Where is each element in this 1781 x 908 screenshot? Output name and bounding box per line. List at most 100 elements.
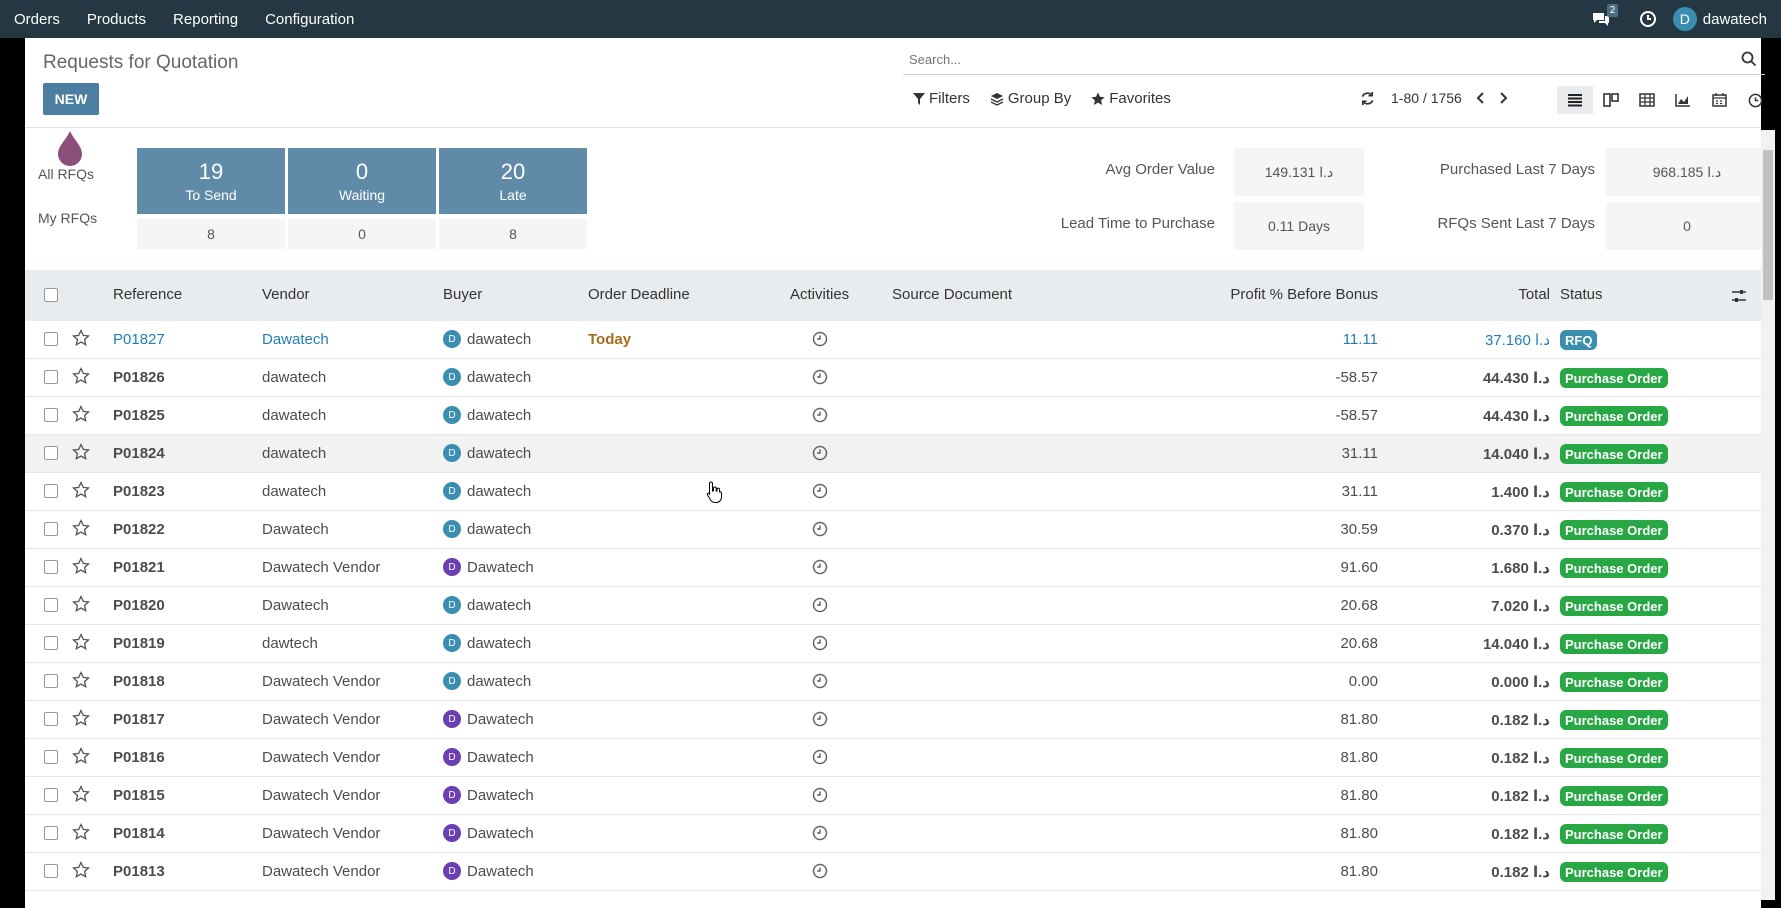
row-reference[interactable]: P01826 bbox=[113, 369, 165, 386]
search-icon[interactable] bbox=[1741, 51, 1757, 67]
col-buyer[interactable]: Buyer bbox=[443, 286, 482, 303]
row-checkbox[interactable] bbox=[44, 598, 58, 612]
select-all-checkbox[interactable] bbox=[44, 288, 58, 302]
table-row[interactable]: P01814 Dawatech Vendor D Dawatech 81.80 0.182… bbox=[25, 815, 1761, 853]
row-reference[interactable]: P01819 bbox=[113, 635, 165, 652]
row-checkbox[interactable] bbox=[44, 636, 58, 650]
col-activities[interactable]: Activities bbox=[790, 286, 849, 303]
activity-clock-icon[interactable] bbox=[812, 597, 828, 613]
col-total[interactable]: Total bbox=[1405, 286, 1550, 303]
row-checkbox[interactable] bbox=[44, 332, 58, 346]
col-reference[interactable]: Reference bbox=[113, 286, 182, 303]
star-icon[interactable] bbox=[72, 633, 90, 651]
activity-button[interactable] bbox=[1639, 10, 1657, 28]
row-reference[interactable]: P01816 bbox=[113, 749, 165, 766]
pager-next-icon[interactable] bbox=[1496, 91, 1510, 105]
activity-clock-icon[interactable] bbox=[812, 483, 828, 499]
pager-previous-icon[interactable] bbox=[1474, 91, 1488, 105]
row-reference[interactable]: P01815 bbox=[113, 787, 165, 804]
all-rfqs-label[interactable]: All RFQs bbox=[38, 166, 94, 182]
star-icon[interactable] bbox=[72, 861, 90, 879]
table-row[interactable]: P01823 dawatech Ddawatech 31.11 1.400 د.ا Pur… bbox=[25, 473, 1761, 511]
my-rfqs-label[interactable]: My RFQs bbox=[38, 210, 97, 226]
row-checkbox[interactable] bbox=[44, 674, 58, 688]
messages-button[interactable]: 2 bbox=[1591, 4, 1619, 28]
activity-clock-icon[interactable] bbox=[812, 787, 828, 803]
row-reference[interactable]: P01825 bbox=[113, 407, 165, 424]
star-icon[interactable] bbox=[72, 557, 90, 575]
row-checkbox[interactable] bbox=[44, 484, 58, 498]
activity-clock-icon[interactable] bbox=[812, 521, 828, 537]
table-row[interactable]: P01818 Dawatech Vendor Ddawatech 0.00 0.000 … bbox=[25, 663, 1761, 701]
scrollbar-thumb[interactable] bbox=[1763, 150, 1773, 300]
new-button[interactable]: NEW bbox=[43, 83, 99, 115]
tile-to-send[interactable]: 19 To Send bbox=[137, 148, 285, 214]
list-view-button[interactable] bbox=[1557, 86, 1593, 114]
star-icon[interactable] bbox=[72, 329, 90, 347]
table-row[interactable]: P01815 Dawatech Vendor D Dawatech 81.80 0.182… bbox=[25, 777, 1761, 815]
row-checkbox[interactable] bbox=[44, 750, 58, 764]
row-reference[interactable]: P01820 bbox=[113, 597, 165, 614]
row-checkbox[interactable] bbox=[44, 826, 58, 840]
row-reference[interactable]: P01813 bbox=[113, 863, 165, 880]
table-row[interactable]: P01822 Dawatech Ddawatech 30.59 0.370 د.ا Pur… bbox=[25, 511, 1761, 549]
row-checkbox[interactable] bbox=[44, 560, 58, 574]
my-waiting-count[interactable]: 0 bbox=[288, 219, 436, 249]
star-icon[interactable] bbox=[72, 671, 90, 689]
pager-value[interactable]: 1-80 / 1756 bbox=[1391, 90, 1462, 106]
row-checkbox[interactable] bbox=[44, 370, 58, 384]
row-checkbox[interactable] bbox=[44, 408, 58, 422]
star-icon[interactable] bbox=[72, 785, 90, 803]
row-checkbox[interactable] bbox=[44, 864, 58, 878]
col-vendor[interactable]: Vendor bbox=[262, 286, 310, 303]
col-status[interactable]: Status bbox=[1560, 286, 1603, 303]
row-reference[interactable]: P01822 bbox=[113, 521, 165, 538]
table-row[interactable]: P01819 dawtech Ddawatech 20.68 14.040 د.ا Pur… bbox=[25, 625, 1761, 663]
row-reference[interactable]: P01821 bbox=[113, 559, 165, 576]
activity-clock-icon[interactable] bbox=[812, 369, 828, 385]
row-checkbox[interactable] bbox=[44, 522, 58, 536]
my-to-send-count[interactable]: 8 bbox=[137, 219, 285, 249]
star-icon[interactable] bbox=[72, 747, 90, 765]
activity-clock-icon[interactable] bbox=[812, 825, 828, 841]
search-input[interactable] bbox=[903, 52, 1723, 67]
star-icon[interactable] bbox=[72, 595, 90, 613]
activity-clock-icon[interactable] bbox=[812, 863, 828, 879]
menu-orders[interactable]: Orders bbox=[14, 11, 60, 28]
star-icon[interactable] bbox=[72, 823, 90, 841]
star-icon[interactable] bbox=[72, 443, 90, 461]
table-row[interactable]: P01821 Dawatech Vendor D Dawatech 91.60 1.680… bbox=[25, 549, 1761, 587]
user-menu[interactable]: D dawatech bbox=[1672, 7, 1767, 31]
table-row[interactable]: P01813 Dawatech Vendor D Dawatech 81.80 0.182… bbox=[25, 853, 1761, 891]
table-row[interactable]: P01827 Dawatech Ddawatech Today 11.11 37.160 … bbox=[25, 321, 1761, 359]
calendar-view-button[interactable] bbox=[1701, 86, 1737, 114]
my-late-count[interactable]: 8 bbox=[439, 219, 587, 249]
table-row[interactable]: P01824 dawatech Ddawatech 31.11 14.040 د.ا Pu… bbox=[25, 435, 1761, 473]
star-icon[interactable] bbox=[72, 519, 90, 537]
table-row[interactable]: P01816 Dawatech Vendor D Dawatech 81.80 0.182… bbox=[25, 739, 1761, 777]
activity-clock-icon[interactable] bbox=[812, 673, 828, 689]
table-row[interactable]: P01820 Dawatech Ddawatech 20.68 7.020 د.ا Pur… bbox=[25, 587, 1761, 625]
group-by-button[interactable]: Group By bbox=[990, 90, 1071, 107]
activity-clock-icon[interactable] bbox=[812, 407, 828, 423]
star-icon[interactable] bbox=[72, 481, 90, 499]
filters-button[interactable]: Filters bbox=[913, 90, 970, 107]
star-icon[interactable] bbox=[72, 405, 90, 423]
row-checkbox[interactable] bbox=[44, 446, 58, 460]
activity-clock-icon[interactable] bbox=[812, 635, 828, 651]
tile-late[interactable]: 20 Late bbox=[439, 148, 587, 214]
activity-clock-icon[interactable] bbox=[812, 749, 828, 765]
row-checkbox[interactable] bbox=[44, 712, 58, 726]
activity-clock-icon[interactable] bbox=[812, 711, 828, 727]
star-icon[interactable] bbox=[72, 367, 90, 385]
row-reference[interactable]: P01824 bbox=[113, 445, 165, 462]
refresh-icon[interactable] bbox=[1360, 91, 1375, 106]
table-row[interactable]: P01817 Dawatech Vendor D Dawatech 81.80 0.182… bbox=[25, 701, 1761, 739]
col-order-deadline[interactable]: Order Deadline bbox=[588, 286, 690, 303]
row-reference[interactable]: P01814 bbox=[113, 825, 165, 842]
row-reference[interactable]: P01818 bbox=[113, 673, 165, 690]
tile-waiting[interactable]: 0 Waiting bbox=[288, 148, 436, 214]
activity-view-button[interactable] bbox=[1737, 86, 1773, 114]
activity-clock-icon[interactable] bbox=[812, 559, 828, 575]
row-reference[interactable]: P01823 bbox=[113, 483, 165, 500]
